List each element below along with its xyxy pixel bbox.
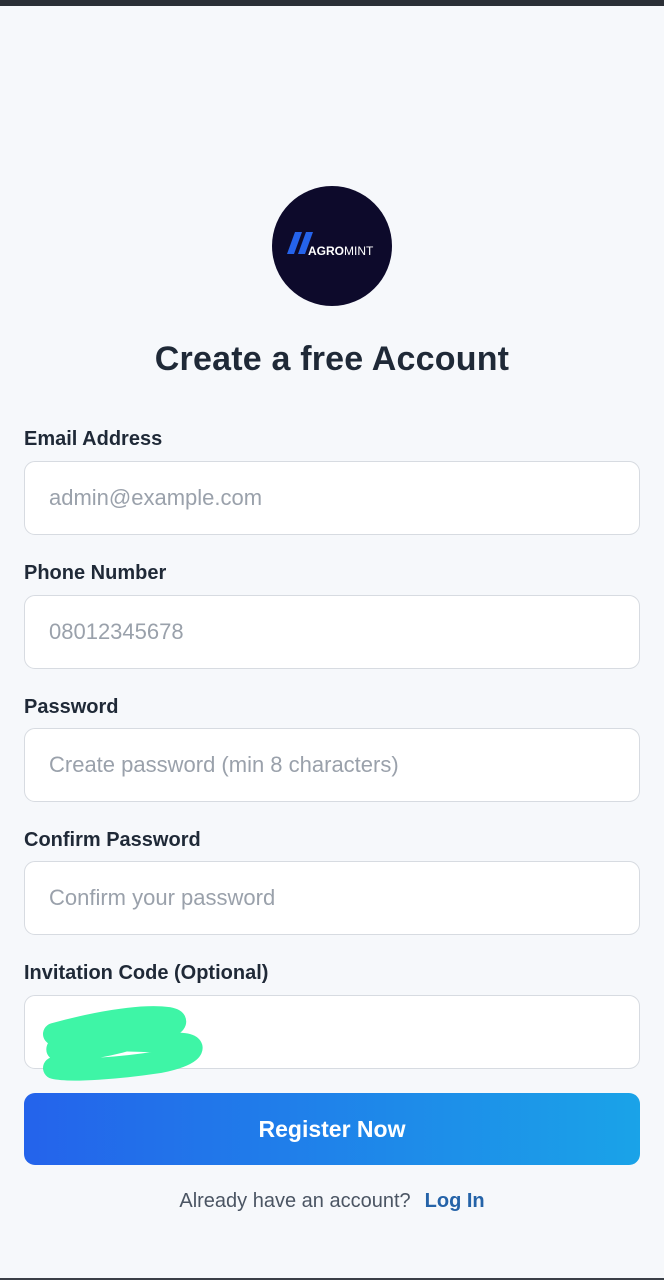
email-label: Email Address [24, 428, 163, 450]
status-bar-edge [0, 0, 664, 6]
agromint-logo-mark: AGROMINT [287, 232, 374, 258]
login-link[interactable]: Log In [425, 1190, 485, 1212]
password-field[interactable] [24, 728, 640, 802]
invitation-code-label: Invitation Code (Optional) [24, 962, 269, 984]
phone-label: Phone Number [24, 562, 167, 584]
login-prompt-text: Already have an account? [179, 1190, 411, 1212]
agromint-logo: AGROMINT [272, 186, 392, 306]
logo-text-light: MINT [344, 244, 374, 258]
password-label: Password [24, 696, 119, 718]
logo-text-bold: AGRO [308, 244, 344, 258]
confirm-password-label: Confirm Password [24, 829, 201, 851]
page-title: Create a free Account [154, 340, 510, 378]
invitation-code-field[interactable] [24, 995, 640, 1069]
email-field[interactable] [24, 461, 640, 535]
svg-text:AGROMINT: AGROMINT [308, 244, 374, 258]
confirm-password-field[interactable] [24, 861, 640, 935]
phone-field[interactable] [24, 595, 640, 669]
register-button[interactable]: Register Now [24, 1093, 640, 1165]
login-prompt-row: Already have an account? Log In [0, 1190, 664, 1213]
